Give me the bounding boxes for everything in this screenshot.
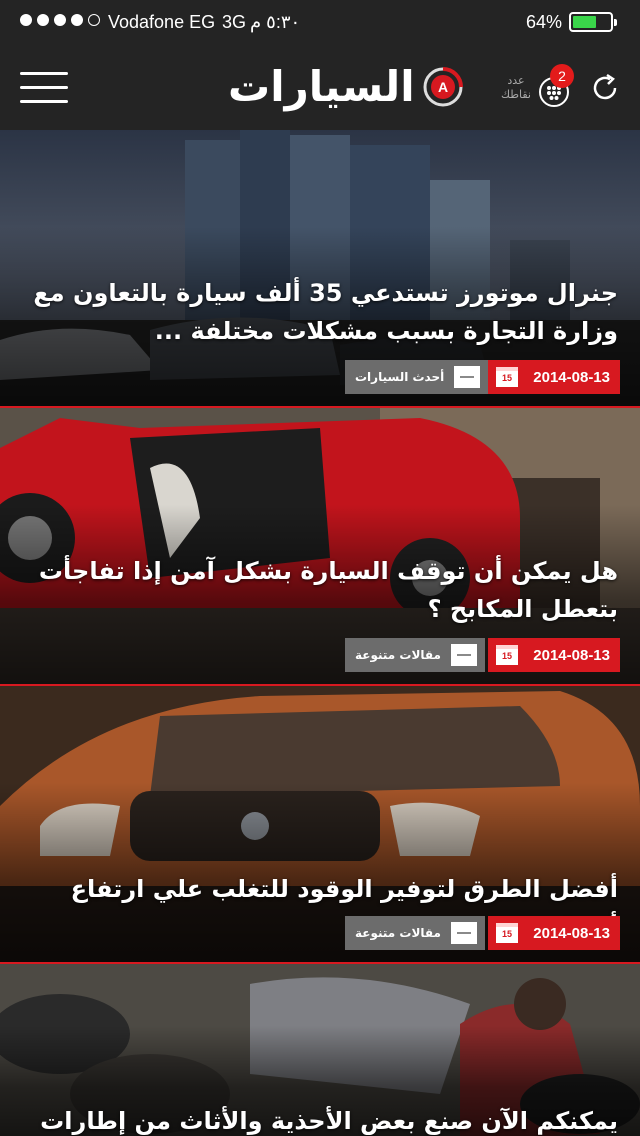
article-date: 2014-08-13: [533, 368, 610, 386]
article-title[interactable]: جنرال موتورز تستدعي 35 ألف سيارة بالتعاو…: [20, 274, 618, 350]
calendar-icon: 15: [496, 923, 518, 943]
points-count-badge: 2: [550, 64, 574, 88]
calendar-icon: 15: [496, 367, 518, 387]
logo-wheel-icon: A: [423, 67, 463, 107]
article-feed: جنرال موتورز تستدعي 35 ألف سيارة بالتعاو…: [0, 130, 640, 1136]
app-header: السيارات A عدد نقاطك 2: [0, 44, 640, 130]
article-date: 2014-08-13: [533, 924, 610, 942]
status-bar: Vodafone EG 3G ٥:٣٠ م 64%: [0, 0, 640, 44]
article-title[interactable]: هل يمكن أن توقف السيارة بشكل آمن إذا تفا…: [20, 552, 618, 628]
network-type: 3G: [222, 12, 247, 32]
app-logo[interactable]: السيارات A: [228, 58, 463, 116]
article-category-chip[interactable]: أحدث السيارات: [345, 360, 489, 394]
article-card[interactable]: جنرال موتورز تستدعي 35 ألف سيارة بالتعاو…: [0, 130, 640, 406]
article-date: 2014-08-13: [533, 646, 610, 664]
article-date-chip: 15 2014-08-13: [488, 916, 620, 950]
battery-percent: 64%: [526, 12, 563, 32]
hamburger-menu-icon[interactable]: [20, 72, 68, 104]
article-card[interactable]: هل يمكن أن توقف السيارة بشكل آمن إذا تفا…: [0, 406, 640, 684]
article-category-chip[interactable]: مقالات متنوعة: [345, 638, 485, 672]
refresh-icon[interactable]: [590, 72, 622, 104]
article-card[interactable]: أفضل الطرق لتوفير الوقود للتغلب علي ارتف…: [0, 684, 640, 962]
calendar-icon: 15: [496, 645, 518, 665]
points-widget[interactable]: عدد نقاطك 2: [498, 60, 578, 116]
logo-text: السيارات: [228, 62, 415, 111]
article-title[interactable]: يمكنكم الآن صنع بعض الأحذية والأثاث من إ…: [20, 1102, 618, 1136]
carrier-name: Vodafone EG: [108, 12, 216, 32]
article-category: مقالات متنوعة: [355, 648, 441, 662]
article-date-chip: 15 2014-08-13: [488, 360, 620, 394]
article-category-chip[interactable]: مقالات متنوعة: [345, 916, 485, 950]
points-label: عدد نقاطك: [500, 74, 531, 101]
article-date-chip: 15 2014-08-13: [488, 638, 620, 672]
article-card[interactable]: يمكنكم الآن صنع بعض الأحذية والأثاث من إ…: [0, 962, 640, 1136]
signal-strength-icon: [20, 14, 100, 26]
svg-text:A: A: [438, 79, 448, 95]
folder-icon: [450, 644, 477, 666]
folder-icon: [454, 366, 481, 388]
battery-icon: [569, 12, 617, 32]
article-category: مقالات متنوعة: [355, 926, 441, 940]
folder-icon: [450, 922, 477, 944]
clock: ٥:٣٠ م: [250, 12, 301, 32]
article-category: أحدث السيارات: [355, 370, 445, 384]
